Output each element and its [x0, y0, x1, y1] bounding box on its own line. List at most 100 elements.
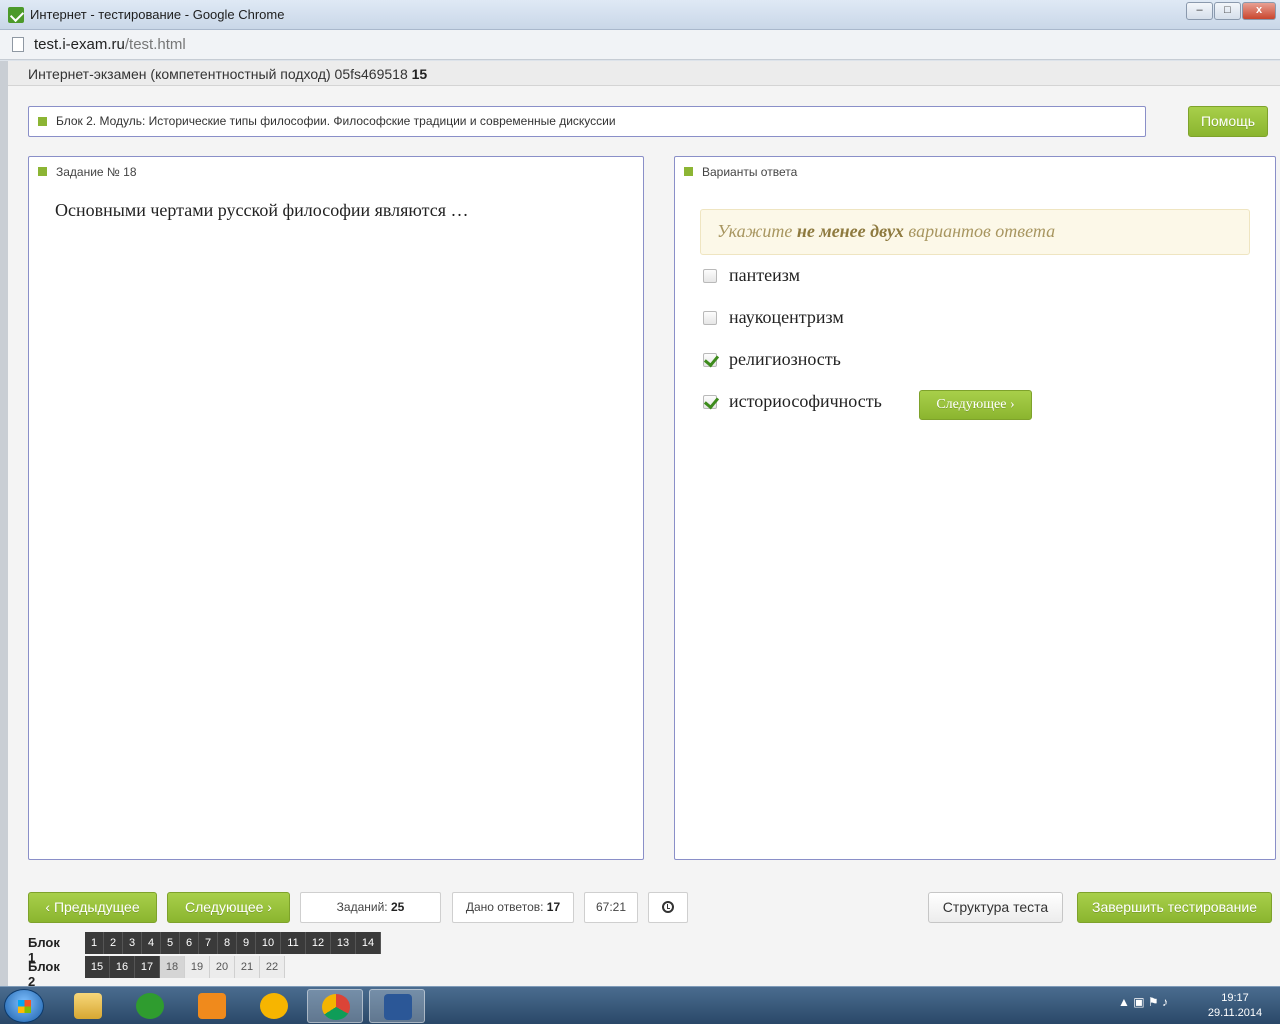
media-player-icon	[198, 993, 226, 1019]
task-header: Задание № 18	[56, 165, 137, 179]
answers-panel: Варианты ответа Укажите не менее двух ва…	[674, 156, 1276, 860]
chevron-right-icon: ›	[267, 899, 272, 915]
hint-bold: не менее двух	[796, 221, 904, 241]
task-number[interactable]: 8	[218, 932, 237, 954]
previous-button[interactable]: ‹ Предыдущее	[28, 892, 157, 923]
chevron-right-icon: ›	[1009, 397, 1015, 412]
page-icon	[12, 37, 24, 52]
task-number[interactable]: 10	[256, 932, 281, 954]
next-label: Следующее	[185, 899, 264, 915]
taskbar-chrome[interactable]	[307, 989, 363, 1023]
task-number[interactable]: 12	[306, 932, 331, 954]
taskbar: ▲ ▣ ⚑ ♪ 19:17 29.11.2014	[0, 986, 1280, 1024]
taskbar-explorer[interactable]	[60, 989, 116, 1023]
minimize-button[interactable]: –	[1186, 2, 1213, 20]
exam-number: 15	[411, 66, 428, 82]
task-number[interactable]: 16	[110, 956, 135, 978]
close-button[interactable]: x	[1242, 2, 1276, 20]
clock-icon	[662, 900, 674, 913]
next-answer-label: Следующее	[936, 397, 1007, 412]
hint-post: вариантов ответа	[903, 221, 1056, 241]
answer-label[interactable]: наукоцентризм	[729, 307, 844, 328]
task-number[interactable]: 22	[260, 956, 285, 978]
app-icon	[8, 7, 24, 23]
task-panel: Задание № 18 Основными чертами русской ф…	[28, 156, 644, 860]
exam-page: Интернет-экзамен (компетентностный подхо…	[0, 61, 1280, 989]
clock-button[interactable]	[648, 892, 688, 923]
next-answer-button[interactable]: Следующее ›	[919, 390, 1032, 420]
task-number[interactable]: 6	[180, 932, 199, 954]
previous-label: Предыдущее	[53, 899, 140, 915]
timer: 67:21	[584, 892, 638, 923]
task-number[interactable]: 19	[185, 956, 210, 978]
block-title: Блок 2. Модуль: Исторические типы филосо…	[56, 114, 616, 128]
test-structure-button[interactable]: Структура теста	[928, 892, 1063, 923]
url-text[interactable]: test.i-exam.ru/test.html	[34, 36, 186, 53]
task-number[interactable]: 13	[331, 932, 356, 954]
square-icon	[684, 167, 693, 176]
tasks-count-value: 25	[390, 900, 405, 914]
task-number[interactable]: 3	[123, 932, 142, 954]
url-host: test.i-exam.ru	[34, 36, 125, 53]
utorrent-icon	[136, 993, 164, 1019]
window-title: Интернет - тестирование - Google Chrome	[30, 7, 285, 22]
maximize-button[interactable]: □	[1214, 2, 1241, 20]
task-number[interactable]: 9	[237, 932, 256, 954]
taskbar-word[interactable]	[369, 989, 425, 1023]
task-number[interactable]: 11	[281, 932, 306, 954]
tasks-count: Заданий: 25	[300, 892, 441, 923]
task-number[interactable]: 7	[199, 932, 218, 954]
exam-title-text: Интернет-экзамен (компетентностный подхо…	[28, 66, 408, 82]
task-number[interactable]: 4	[142, 932, 161, 954]
task-number[interactable]: 20	[210, 956, 235, 978]
answered-count: Дано ответов: 17	[452, 892, 574, 923]
task-number[interactable]: 15	[85, 956, 110, 978]
mail-icon	[260, 993, 288, 1019]
block-label: Блок 2	[28, 959, 60, 989]
help-button[interactable]: Помощь	[1188, 106, 1268, 137]
clock-time: 19:17	[1221, 992, 1249, 1004]
exam-title: Интернет-экзамен (компетентностный подхо…	[28, 66, 427, 82]
window-titlebar: Интернет - тестирование - Google Chrome …	[0, 0, 1280, 30]
next-button[interactable]: Следующее ›	[167, 892, 290, 923]
answer-hint: Укажите не менее двух вариантов ответа	[700, 209, 1250, 255]
answer-checkbox[interactable]	[703, 353, 717, 367]
task-numbers: 1 2 3 4 5 6 7 8 9 10 11 12 13 14	[85, 932, 381, 954]
block-title-bar: Блок 2. Модуль: Исторические типы филосо…	[28, 106, 1146, 137]
task-number-current[interactable]: 18	[160, 956, 185, 978]
answer-checkbox[interactable]	[703, 395, 717, 409]
answer-label[interactable]: историософичность	[729, 391, 882, 412]
answered-count-value: 17	[546, 900, 561, 914]
tasks-count-label: Заданий:	[336, 900, 388, 914]
clock-date: 29.11.2014	[1207, 1007, 1263, 1019]
task-number[interactable]: 2	[104, 932, 123, 954]
taskbar-media[interactable]	[184, 989, 240, 1023]
chevron-left-icon: ‹	[45, 899, 51, 915]
taskbar-utorrent[interactable]	[122, 989, 178, 1023]
exam-header: Интернет-экзамен (компетентностный подхо…	[8, 61, 1280, 86]
answered-count-label: Дано ответов:	[465, 900, 544, 914]
answer-checkbox[interactable]	[703, 269, 717, 283]
chrome-icon	[322, 994, 350, 1020]
task-number[interactable]: 17	[135, 956, 160, 978]
system-clock[interactable]: 19:17 29.11.2014	[1200, 991, 1270, 1021]
taskbar-mail[interactable]	[246, 989, 302, 1023]
task-number[interactable]: 5	[161, 932, 180, 954]
task-numbers: 15 16 17 18 19 20 21 22	[85, 956, 285, 978]
start-button[interactable]	[4, 989, 44, 1023]
answer-label[interactable]: пантеизм	[729, 265, 800, 286]
finish-test-button[interactable]: Завершить тестирование	[1077, 892, 1272, 923]
question-text: Основными чертами русской философии явля…	[55, 200, 469, 220]
square-icon	[38, 117, 47, 126]
answer-checkbox[interactable]	[703, 311, 717, 325]
task-number[interactable]: 1	[85, 932, 104, 954]
hint-pre: Укажите	[717, 221, 797, 241]
address-bar[interactable]: test.i-exam.ru/test.html	[0, 30, 1280, 60]
system-tray[interactable]: ▲ ▣ ⚑ ♪	[1118, 995, 1168, 1009]
url-path: /test.html	[124, 36, 186, 53]
task-number[interactable]: 21	[235, 956, 260, 978]
answer-label[interactable]: религиозность	[729, 349, 841, 370]
task-number[interactable]: 14	[356, 932, 381, 954]
square-icon	[38, 167, 47, 176]
word-icon	[384, 994, 412, 1020]
